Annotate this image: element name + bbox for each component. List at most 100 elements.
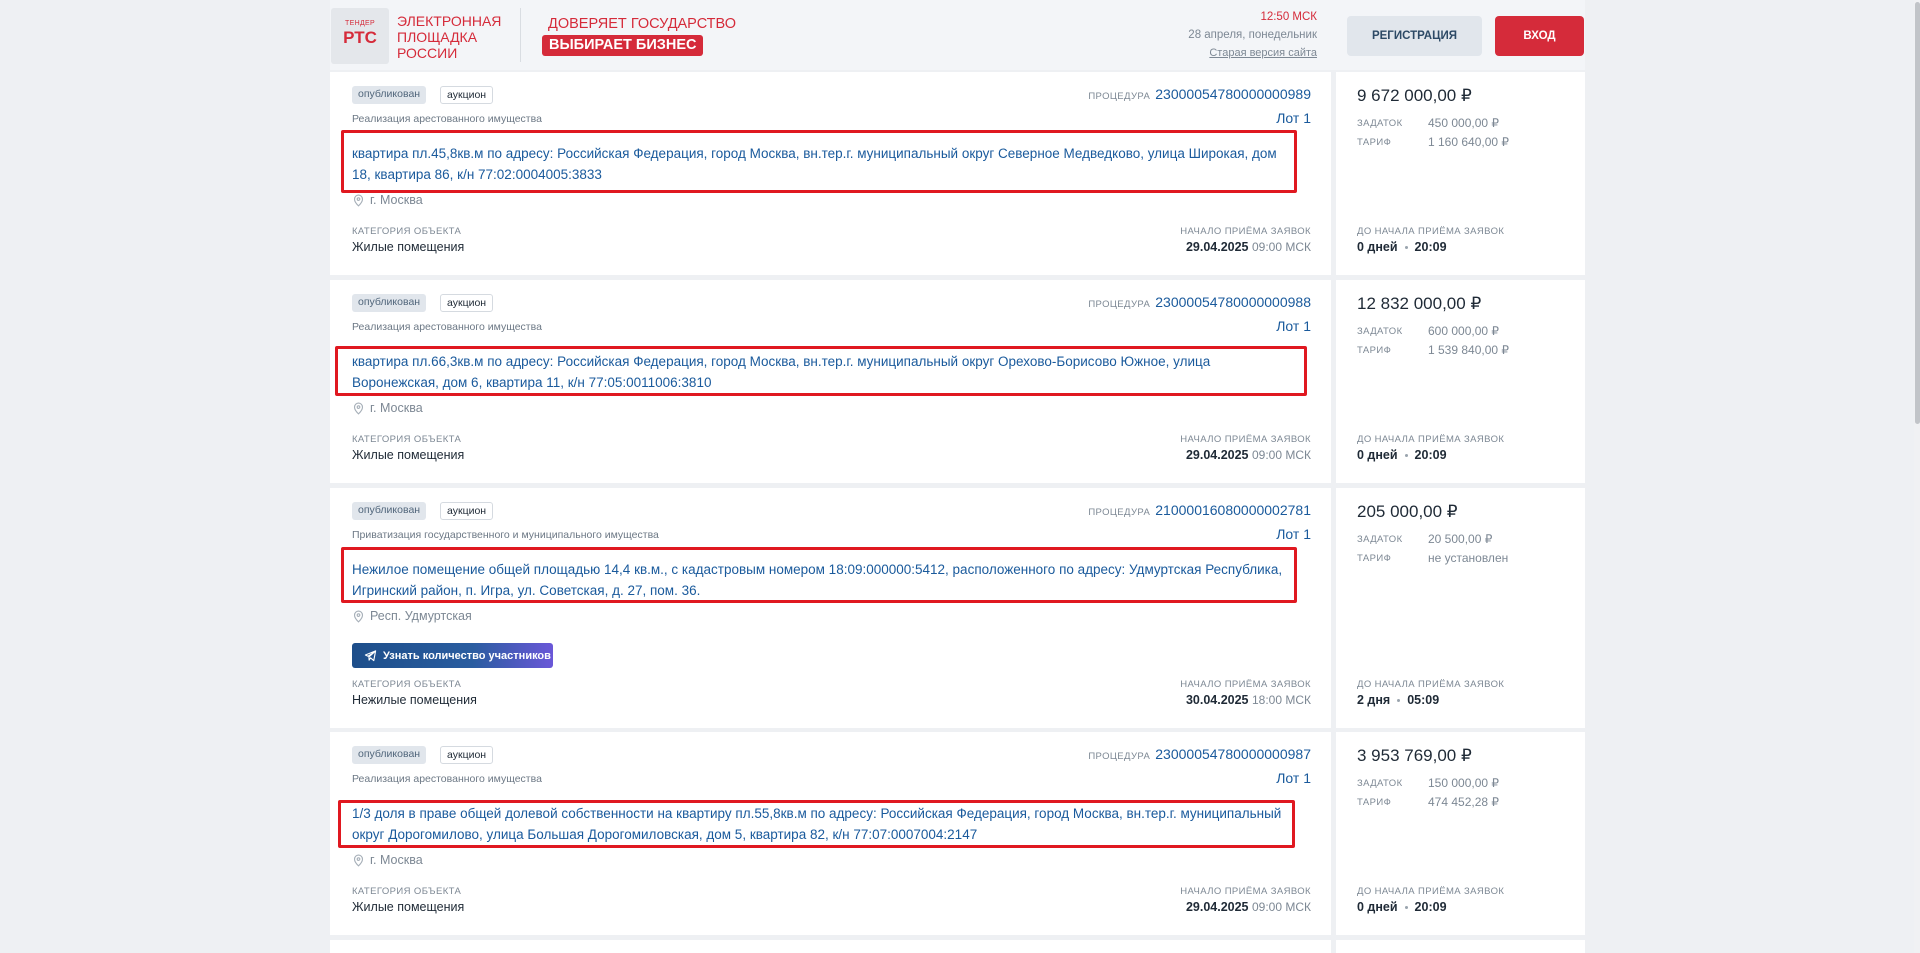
start-label: НАЧАЛО ПРИЁМА ЗАЯВОК xyxy=(1180,226,1311,237)
rts-logo[interactable]: ТЕНДЕР РТС xyxy=(331,8,389,64)
procedure-number[interactable]: ПРОЦЕДУРА 23000054780000000988 xyxy=(1088,294,1311,310)
countdown-days: 2 дня xyxy=(1357,693,1391,707)
lot-region: Респ. Удмуртская xyxy=(352,609,472,623)
category-value: Жилые помещения xyxy=(352,448,465,462)
old-version-link[interactable]: Старая версия сайта xyxy=(1209,47,1317,59)
lot-card-main: опубликован аукцион Приватизация государ… xyxy=(330,488,1331,728)
lot-number[interactable]: Лот 1 xyxy=(1276,110,1311,126)
procedure-number[interactable]: ПРОЦЕДУРА 23000054780000000987 xyxy=(1088,746,1311,762)
start-time: 09:00 МСК xyxy=(1251,900,1311,914)
lot-card[interactable]: опубликован аукцион Реализация арестован… xyxy=(330,72,1585,275)
start-date: 29.04.2025 xyxy=(1185,900,1249,914)
category-value: Нежилые помещения xyxy=(352,693,477,707)
tariff-label: ТАРИФ xyxy=(1357,553,1392,564)
countdown-time: 05:09 xyxy=(1407,693,1440,707)
status-badge: опубликован xyxy=(352,294,427,312)
tariff-label: ТАРИФ xyxy=(1357,797,1392,808)
category-value: Жилые помещения xyxy=(352,240,465,254)
lot-card-main: опубликован аукцион Реализация арестован… xyxy=(330,280,1331,483)
start-date: 29.04.2025 xyxy=(1185,448,1249,462)
tariff-value: 474 452,28 ₽ xyxy=(1428,795,1500,809)
procedure-value: 21000016080000002781 xyxy=(1155,502,1311,518)
type-badge: аукцион xyxy=(440,86,494,104)
register-button[interactable]: РЕГИСТРАЦИЯ xyxy=(1347,16,1482,56)
start-time: 09:00 МСК xyxy=(1251,240,1311,254)
category-label: КАТЕГОРИЯ ОБЪЕКТА xyxy=(352,226,462,237)
countdown-value: 0 дней 20:09 xyxy=(1357,900,1447,914)
start-time: 09:00 МСК xyxy=(1251,448,1311,462)
category-label: КАТЕГОРИЯ ОБЪЕКТА xyxy=(352,434,462,445)
scrollbar-thumb[interactable] xyxy=(1915,2,1920,424)
lot-card[interactable]: опубликован аукцион Реализация арестован… xyxy=(330,732,1585,935)
telegram-icon xyxy=(364,650,377,662)
procedure-label: ПРОЦЕДУРА xyxy=(1088,91,1151,102)
countdown-time: 20:09 xyxy=(1414,240,1447,254)
lot-price: 205 000,00 ₽ xyxy=(1357,502,1458,521)
category-value: Жилые помещения xyxy=(352,900,465,914)
region-text: Респ. Удмуртская xyxy=(370,609,472,623)
status-badge: опубликован xyxy=(352,86,427,104)
highlight-box xyxy=(341,130,1297,193)
participants-button[interactable]: Узнать количество участников xyxy=(352,643,553,668)
brand-line: РОССИИ xyxy=(397,45,458,61)
lot-region: г. Москва xyxy=(352,853,423,867)
next-lot-card xyxy=(330,940,1331,953)
lot-region: г. Москва xyxy=(352,193,423,207)
category-label: КАТЕГОРИЯ ОБЪЕКТА xyxy=(352,886,462,897)
header-divider xyxy=(520,8,521,62)
header-date: 28 апреля, понедельник xyxy=(1188,29,1317,41)
tariff-label: ТАРИФ xyxy=(1357,345,1392,356)
start-date: 30.04.2025 xyxy=(1185,693,1249,707)
location-pin-icon xyxy=(353,194,364,207)
brand-name: ЭЛЕКТРОННАЯ ПЛОЩАДКА РОССИИ xyxy=(397,13,517,61)
region-text: г. Москва xyxy=(370,193,423,207)
start-label: НАЧАЛО ПРИЁМА ЗАЯВОК xyxy=(1180,434,1311,445)
lot-card-side: 3 953 769,00 ₽ ЗАДАТОК 150 000,00 ₽ ТАРИ… xyxy=(1336,732,1585,935)
lot-price: 3 953 769,00 ₽ xyxy=(1357,746,1472,765)
tariff-value: не установлен xyxy=(1428,551,1509,565)
region-text: г. Москва xyxy=(370,401,423,415)
tariff-value: 1 160 640,00 ₽ xyxy=(1428,135,1510,149)
countdown-days: 0 дней xyxy=(1357,900,1398,914)
slogan-top: ДОВЕРЯЕТ ГОСУДАРСТВО xyxy=(548,16,737,32)
lot-card-side: 12 832 000,00 ₽ ЗАДАТОК 600 000,00 ₽ ТАР… xyxy=(1336,280,1585,483)
lot-section: Реализация арестованного имущества xyxy=(352,113,542,125)
lot-number[interactable]: Лот 1 xyxy=(1276,526,1311,542)
countdown-label: ДО НАЧАЛА ПРИЁМА ЗАЯВОК xyxy=(1357,226,1505,237)
brand-line: ПЛОЩАДКА xyxy=(397,29,478,45)
start-label: НАЧАЛО ПРИЁМА ЗАЯВОК xyxy=(1180,679,1311,690)
start-value: 30.04.2025 18:00 МСК xyxy=(1186,693,1311,707)
procedure-value: 23000054780000000987 xyxy=(1155,746,1311,762)
procedure-number[interactable]: ПРОЦЕДУРА 23000054780000000989 xyxy=(1088,86,1311,102)
start-value: 29.04.2025 09:00 МСК xyxy=(1186,900,1311,914)
deposit-value: 20 500,00 ₽ xyxy=(1428,532,1493,546)
start-time: 18:00 МСК xyxy=(1251,693,1311,707)
deposit-value: 150 000,00 ₽ xyxy=(1428,776,1500,790)
countdown-days: 0 дней xyxy=(1357,448,1398,462)
site-header: ТЕНДЕР РТС ЭЛЕКТРОННАЯ ПЛОЩАДКА РОССИИ Д… xyxy=(330,0,1585,70)
status-badge: опубликован xyxy=(352,746,427,764)
lot-card[interactable]: опубликован аукцион Реализация арестован… xyxy=(330,280,1585,483)
countdown-label: ДО НАЧАЛА ПРИЁМА ЗАЯВОК xyxy=(1357,679,1505,690)
start-value: 29.04.2025 09:00 МСК xyxy=(1186,448,1311,462)
lot-section: Реализация арестованного имущества xyxy=(352,773,542,785)
countdown-label: ДО НАЧАЛА ПРИЁМА ЗАЯВОК xyxy=(1357,886,1505,897)
lot-number[interactable]: Лот 1 xyxy=(1276,318,1311,334)
login-button[interactable]: ВХОД xyxy=(1495,16,1584,56)
procedure-label: ПРОЦЕДУРА xyxy=(1088,751,1151,762)
deposit-value: 600 000,00 ₽ xyxy=(1428,324,1500,338)
procedure-label: ПРОЦЕДУРА xyxy=(1088,507,1151,518)
lot-number[interactable]: Лот 1 xyxy=(1276,770,1311,786)
location-pin-icon xyxy=(353,402,364,415)
type-badge: аукцион xyxy=(440,294,494,312)
deposit-value: 450 000,00 ₽ xyxy=(1428,116,1500,130)
header-time: 12:50 МСК xyxy=(1260,11,1317,23)
procedure-label: ПРОЦЕДУРА xyxy=(1088,299,1151,310)
location-pin-icon xyxy=(353,610,364,623)
lot-card[interactable]: опубликован аукцион Приватизация государ… xyxy=(330,488,1585,728)
region-text: г. Москва xyxy=(370,853,423,867)
procedure-number[interactable]: ПРОЦЕДУРА 21000016080000002781 xyxy=(1088,502,1311,518)
lot-card-side: 9 672 000,00 ₽ ЗАДАТОК 450 000,00 ₽ ТАРИ… xyxy=(1336,72,1585,275)
countdown-label: ДО НАЧАЛА ПРИЁМА ЗАЯВОК xyxy=(1357,434,1505,445)
lot-card-main: опубликован аукцион Реализация арестован… xyxy=(330,72,1331,275)
